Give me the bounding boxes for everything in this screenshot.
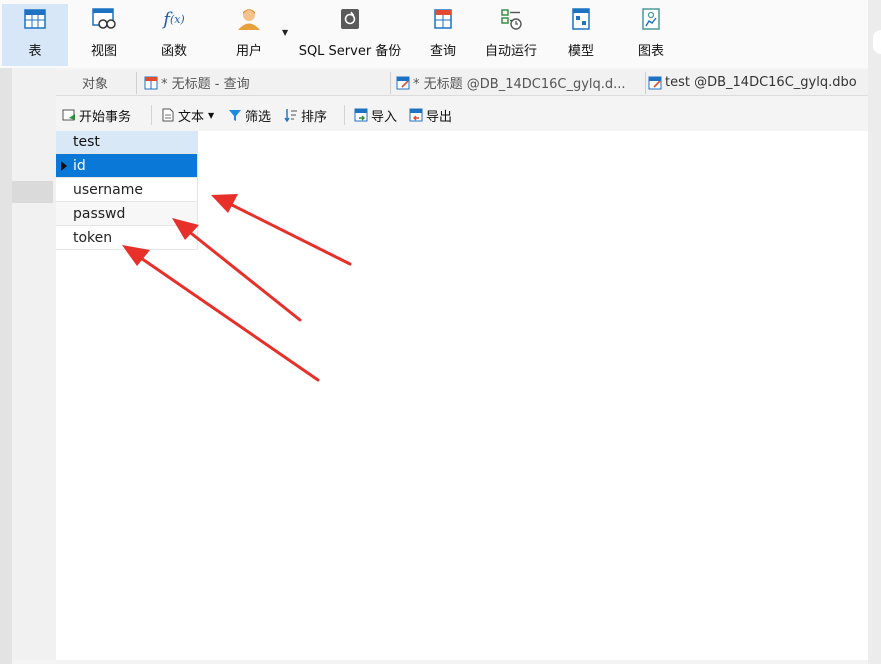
function-icon: f (x) bbox=[163, 8, 185, 30]
toolbar-model-label: 模型 bbox=[567, 44, 594, 59]
text-view-label: 文本 bbox=[178, 109, 205, 125]
toolbar-chart-button[interactable]: 图表 bbox=[626, 4, 676, 66]
toolbar-backup-button[interactable]: SQL Server 备份 bbox=[290, 4, 410, 66]
model-icon bbox=[568, 6, 594, 32]
navigation-pane bbox=[12, 68, 56, 660]
toolbar-table-button[interactable]: 表 bbox=[2, 4, 68, 66]
tab-objects-label: 对象 bbox=[82, 77, 109, 92]
chevron-down-icon[interactable]: ▼ bbox=[208, 111, 214, 120]
toolbar-view-button[interactable]: 视图 bbox=[76, 4, 132, 66]
export-label: 导出 bbox=[426, 109, 453, 125]
chevron-down-icon[interactable]: ▼ bbox=[282, 28, 288, 37]
toolbar-automation-button[interactable]: 自动运行 bbox=[478, 4, 544, 66]
tab-test-table-label: test @DB_14DC16C_gylq.dbo bbox=[665, 75, 857, 90]
chart-icon bbox=[638, 6, 664, 32]
right-edge-strip bbox=[868, 0, 881, 664]
query-tab-icon bbox=[144, 76, 158, 90]
begin-transaction-label: 开始事务 bbox=[79, 109, 132, 125]
sort-icon bbox=[284, 108, 298, 123]
import-icon bbox=[354, 108, 368, 122]
column-header[interactable]: test bbox=[56, 131, 198, 154]
filter-button[interactable]: 筛选 bbox=[228, 106, 272, 125]
cell-value: id bbox=[73, 157, 86, 174]
toolbar-query-button[interactable]: 查询 bbox=[420, 4, 466, 66]
left-gutter bbox=[0, 68, 12, 664]
filter-label: 筛选 bbox=[245, 109, 272, 125]
table-row[interactable]: token bbox=[56, 226, 198, 250]
tab-divider bbox=[136, 72, 137, 94]
tab-untitled-editor[interactable]: * 无标题 @DB_14DC16C_gylq.d... bbox=[396, 70, 644, 95]
transaction-icon bbox=[62, 108, 76, 122]
query-editor-icon bbox=[648, 76, 662, 90]
tab-untitled-query-label: * 无标题 - 查询 bbox=[161, 77, 250, 92]
tab-divider bbox=[645, 72, 646, 94]
backup-icon bbox=[337, 6, 363, 32]
collapse-handle[interactable] bbox=[873, 30, 881, 54]
navigation-selected-item[interactable] bbox=[12, 181, 53, 203]
user-icon bbox=[236, 6, 262, 32]
cell-value: token bbox=[73, 229, 113, 246]
toolbar-model-button[interactable]: 模型 bbox=[558, 4, 604, 66]
app-window: 表 视图 f (x) 函数 用户 ▼ SQL Server 备份 查询 自动运行… bbox=[0, 0, 881, 664]
result-panel: test id username passwd token bbox=[56, 131, 868, 660]
text-view-button[interactable]: 文本 ▼ bbox=[161, 106, 214, 125]
tab-untitled-query[interactable]: * 无标题 - 查询 bbox=[144, 70, 384, 95]
result-grid: test id username passwd token bbox=[56, 131, 198, 250]
document-icon bbox=[161, 108, 175, 122]
query-icon bbox=[430, 6, 456, 32]
begin-transaction-button[interactable]: 开始事务 bbox=[62, 106, 132, 125]
main-toolbar: 表 视图 f (x) 函数 用户 ▼ SQL Server 备份 查询 自动运行… bbox=[0, 0, 868, 68]
toolbar-divider bbox=[344, 105, 345, 125]
table-row[interactable]: passwd bbox=[56, 202, 198, 226]
column-header-label: test bbox=[73, 134, 100, 150]
import-label: 导入 bbox=[371, 109, 398, 125]
toolbar-user-button[interactable]: 用户 ▼ bbox=[218, 4, 288, 66]
export-button[interactable]: 导出 bbox=[409, 106, 453, 125]
import-button[interactable]: 导入 bbox=[354, 106, 398, 125]
query-editor-icon bbox=[396, 76, 410, 90]
toolbar-query-label: 查询 bbox=[429, 44, 456, 59]
table-icon bbox=[22, 6, 48, 32]
toolbar-backup-label: SQL Server 备份 bbox=[298, 44, 402, 59]
export-icon bbox=[409, 108, 423, 122]
table-row[interactable]: id bbox=[56, 154, 198, 178]
toolbar-user-label: 用户 bbox=[235, 44, 262, 59]
data-toolbar: 开始事务 文本 ▼ 筛选 排序 导入 导出 bbox=[56, 100, 868, 130]
tab-test-table[interactable]: test @DB_14DC16C_gylq.dbo bbox=[648, 70, 868, 95]
filter-icon bbox=[228, 108, 242, 122]
toolbar-function-button[interactable]: f (x) 函数 bbox=[146, 4, 202, 66]
table-row[interactable]: username bbox=[56, 178, 198, 202]
cell-value: username bbox=[73, 181, 143, 198]
view-icon bbox=[91, 6, 117, 32]
toolbar-function-label: 函数 bbox=[160, 44, 187, 59]
toolbar-automation-label: 自动运行 bbox=[484, 44, 537, 59]
toolbar-chart-label: 图表 bbox=[637, 44, 664, 59]
tab-untitled-editor-label: * 无标题 @DB_14DC16C_gylq.d... bbox=[413, 77, 626, 92]
toolbar-divider bbox=[151, 105, 152, 125]
cell-value: passwd bbox=[73, 205, 126, 222]
automation-icon bbox=[498, 6, 524, 32]
sort-label: 排序 bbox=[301, 109, 328, 125]
tab-objects[interactable]: 对象 bbox=[82, 70, 142, 95]
current-row-marker-icon bbox=[61, 161, 67, 171]
tab-bar: 对象 * 无标题 - 查询 * 无标题 @DB_14DC16C_gylq.d..… bbox=[56, 70, 868, 96]
toolbar-table-label: 表 bbox=[28, 44, 42, 59]
sort-button[interactable]: 排序 bbox=[284, 106, 328, 125]
tab-divider bbox=[390, 72, 391, 94]
toolbar-view-label: 视图 bbox=[90, 44, 117, 59]
